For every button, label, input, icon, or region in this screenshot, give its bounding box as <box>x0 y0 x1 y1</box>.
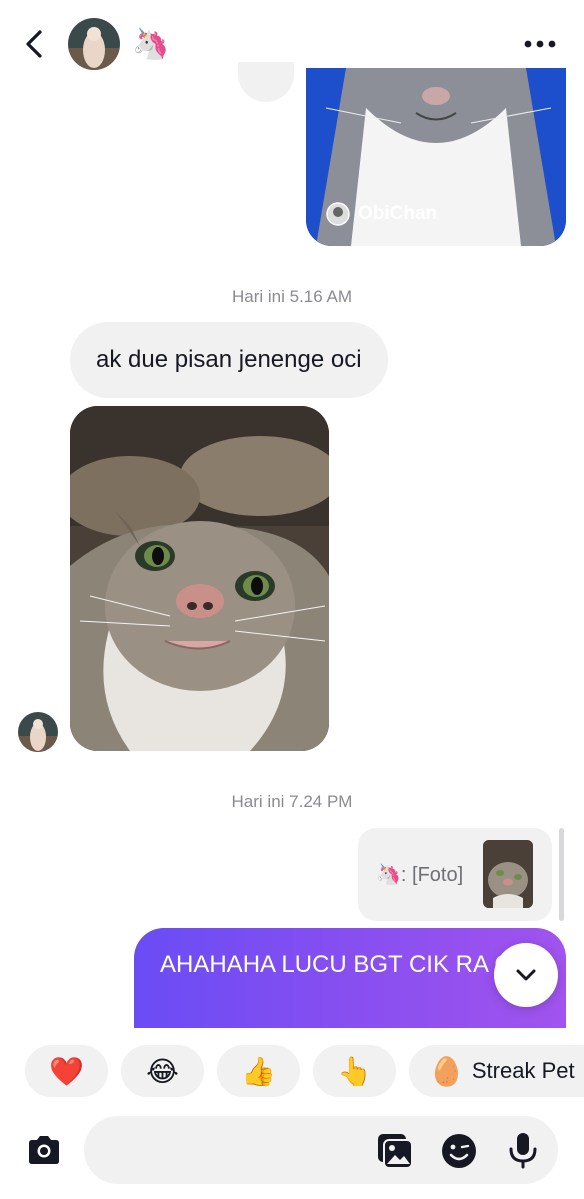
shared-post-username: ObiChan <box>358 203 438 224</box>
message-timestamp: Hari ini 7.24 PM <box>231 792 353 811</box>
cat-photo-image <box>70 406 329 751</box>
streak-pet-label: Streak Pet <box>471 1058 575 1083</box>
quick-reaction-heart[interactable]: ❤️ <box>25 1045 108 1097</box>
shared-video-card[interactable]: ObiChan <box>306 68 566 246</box>
message-input[interactable] <box>84 1116 558 1184</box>
author-avatar-icon <box>326 202 350 226</box>
incoming-message-bubble[interactable]: ak due pisan jenenge oci <box>70 322 388 398</box>
gallery-button[interactable] <box>376 1132 414 1170</box>
incoming-photo[interactable] <box>70 406 329 751</box>
reply-quote-card[interactable]: 🦄: [Foto] <box>358 828 552 921</box>
clipped-bubble <box>238 62 294 102</box>
gallery-icon <box>378 1134 413 1169</box>
shared-post-author: ObiChan <box>326 202 437 226</box>
quick-reaction-streak-pet[interactable]: 🥚 Streak Pet <box>409 1045 584 1097</box>
sender-avatar[interactable] <box>18 712 58 752</box>
laughing-face-icon: 😂 <box>146 1055 179 1087</box>
reply-quote-text: 🦄: [Foto] <box>376 864 464 886</box>
quick-reaction-laugh[interactable]: 😂 <box>121 1045 204 1097</box>
emoji-icon <box>442 1134 476 1168</box>
contact-avatar[interactable] <box>68 18 120 70</box>
thumbs-up-icon: 👍 <box>241 1055 276 1087</box>
chevron-down-icon <box>516 969 536 981</box>
message-timestamp: Hari ini 5.16 AM <box>232 287 352 306</box>
camera-icon <box>29 1136 59 1164</box>
egg-icon: 🥚 <box>429 1055 464 1087</box>
quick-reaction-point-up[interactable]: 👆 <box>313 1045 396 1097</box>
more-horizontal-icon <box>524 40 556 48</box>
chevron-left-icon <box>26 30 42 58</box>
pointing-up-icon: 👆 <box>337 1055 372 1087</box>
heart-icon: ❤️ <box>49 1055 84 1087</box>
emoji-button[interactable] <box>440 1132 478 1170</box>
reply-quote-bar <box>559 828 564 921</box>
back-button[interactable] <box>18 26 54 62</box>
more-options-button[interactable] <box>520 26 560 62</box>
scroll-to-bottom-button[interactable] <box>494 943 558 1007</box>
quick-reaction-thumbs-up[interactable]: 👍 <box>217 1045 300 1097</box>
contact-name-emoji[interactable]: 🦄 <box>132 28 169 62</box>
voice-message-button[interactable] <box>504 1130 542 1170</box>
reply-quote-thumbnail <box>483 840 533 908</box>
camera-button[interactable] <box>24 1130 64 1170</box>
microphone-icon <box>509 1133 537 1169</box>
